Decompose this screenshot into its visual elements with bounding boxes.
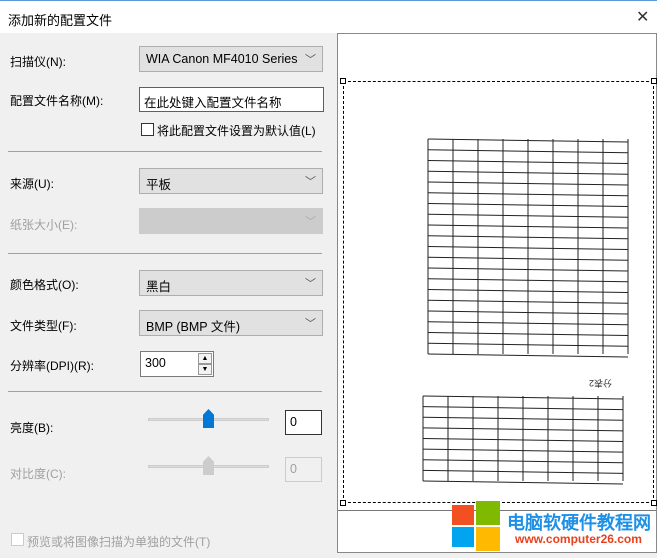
contrast-label: 对比度(C): (10, 467, 66, 481)
scanner-label: 扫描仪(N): (10, 55, 66, 69)
brightness-input[interactable]: 0 (285, 410, 322, 435)
color-format-value: 黑白 (146, 280, 172, 294)
scanner-select[interactable]: WIA Canon MF4010 Series ﹀ (139, 46, 323, 72)
source-label: 来源(U): (10, 177, 54, 191)
chevron-down-icon: ﹀ (305, 216, 316, 228)
chevron-down-icon: ﹀ (305, 54, 316, 66)
close-icon[interactable]: ✕ (636, 7, 649, 27)
color-format-label: 颜色格式(O): (10, 278, 79, 292)
file-type-value: BMP (BMP 文件) (146, 320, 240, 334)
default-checkbox-label: 将此配置文件设置为默认值(L) (157, 124, 316, 138)
resolution-stepper[interactable]: 300 ▲ ▼ (140, 351, 214, 377)
down-arrow-icon[interactable]: ▼ (198, 364, 212, 375)
contrast-slider-thumb (203, 456, 214, 475)
title-bar: 添加新的配置文件 ✕ (0, 0, 657, 33)
windows-logo (452, 501, 500, 551)
profile-name-label: 配置文件名称(M): (10, 94, 104, 108)
file-type-label: 文件类型(F): (10, 319, 77, 333)
resize-handle[interactable] (651, 78, 657, 84)
paper-size-select: ﹀ (139, 208, 323, 234)
up-arrow-icon[interactable]: ▲ (198, 353, 212, 364)
color-format-select[interactable]: 黑白 ﹀ (139, 270, 323, 296)
separate-files-label: 预览或将图像扫描为单独的文件(T) (27, 535, 211, 549)
chevron-down-icon: ﹀ (305, 278, 316, 290)
resize-handle[interactable] (340, 500, 346, 506)
paper-size-label: 纸张大小(E): (10, 218, 78, 232)
default-checkbox[interactable] (141, 123, 154, 136)
divider (8, 151, 322, 152)
divider (8, 391, 322, 392)
source-value: 平板 (146, 178, 172, 192)
contrast-input: 0 (285, 457, 322, 482)
resolution-label: 分辨率(DPI)(R): (10, 359, 94, 373)
profile-name-input[interactable]: 在此处键入配置文件名称 (139, 87, 324, 112)
resolution-value: 300 (145, 356, 166, 370)
resize-handle[interactable] (651, 500, 657, 506)
source-select[interactable]: 平板 ﹀ (139, 168, 323, 194)
divider (8, 253, 322, 254)
chevron-down-icon: ﹀ (305, 318, 316, 330)
brightness-label: 亮度(B): (10, 421, 54, 435)
file-type-select[interactable]: BMP (BMP 文件) ﹀ (139, 310, 323, 336)
resize-handle[interactable] (340, 78, 346, 84)
scan-selection-area[interactable] (343, 81, 654, 503)
chevron-down-icon: ﹀ (305, 176, 316, 188)
brightness-slider-thumb[interactable] (203, 409, 214, 428)
watermark-url: www.computer26.com (515, 532, 642, 546)
separate-files-checkbox (11, 533, 24, 546)
scanner-value: WIA Canon MF4010 Series (146, 52, 298, 66)
window-title: 添加新的配置文件 (8, 13, 113, 28)
